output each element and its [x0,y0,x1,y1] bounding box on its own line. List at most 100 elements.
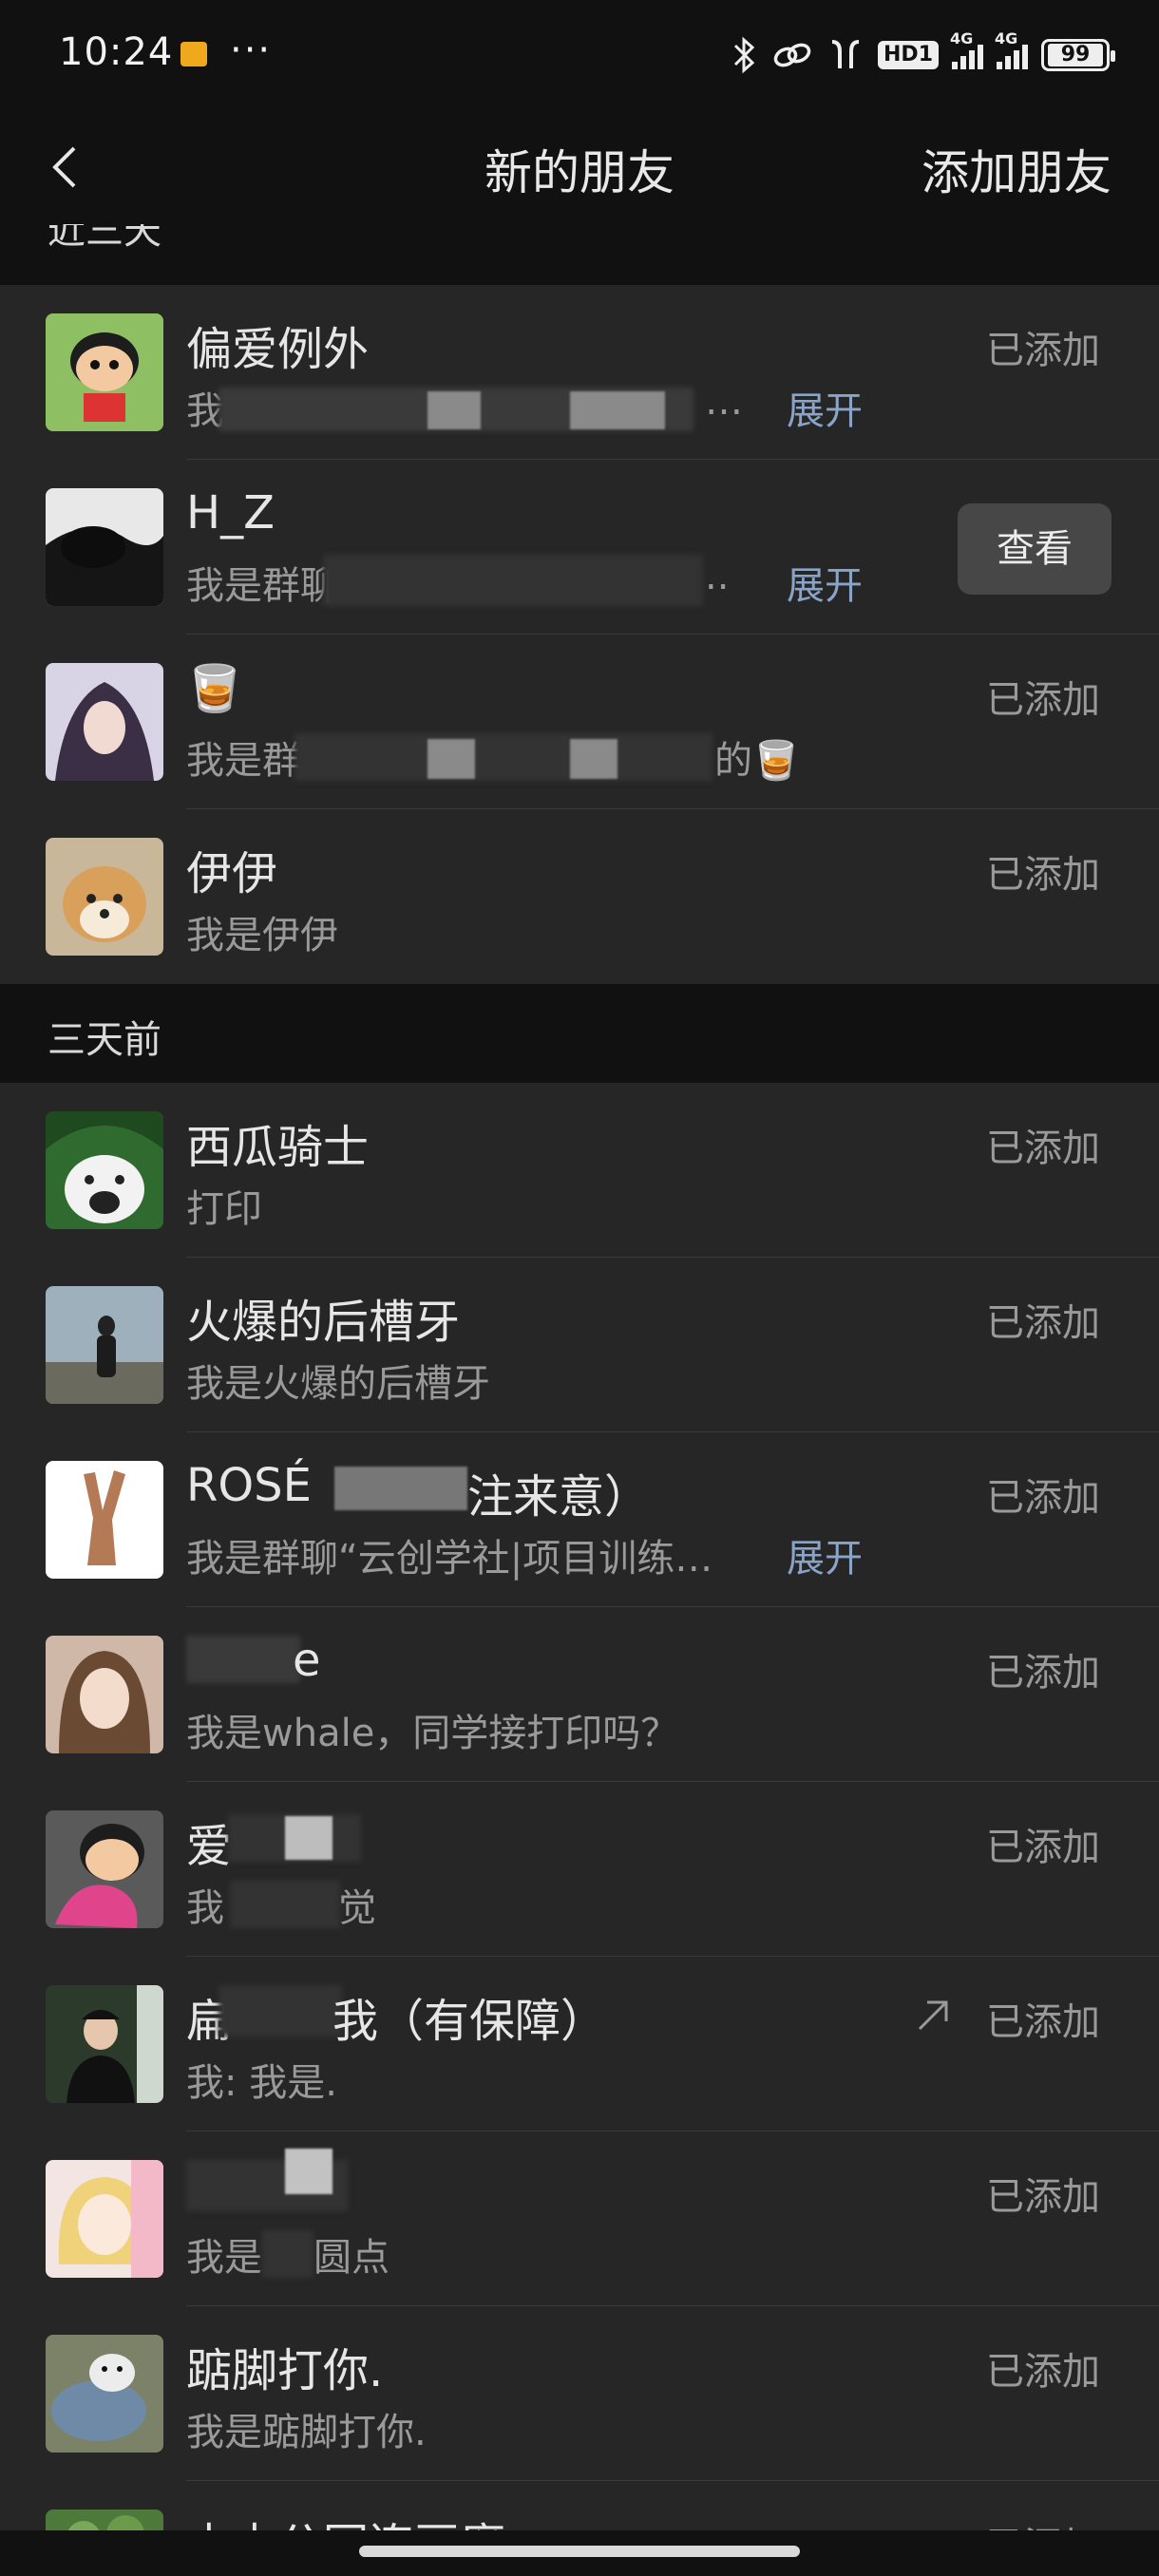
battery-icon: 99 [1041,39,1115,71]
list-item[interactable]: 🥃 我是群 的🥃 已添加 [0,635,1159,809]
request-message: 我是whale，同学接打印吗？ [186,1712,679,1755]
message-notification-icon [180,42,207,66]
message-end: 觉 [338,1886,376,1930]
more-notifications-icon: ··· [230,28,273,72]
contact-name: e [293,1634,321,1687]
bluetooth-icon [733,36,755,74]
message-end: 的🥃 [714,739,800,783]
list-item[interactable]: 火爆的后槽牙 我是火爆的后槽牙 已添加 [0,1258,1159,1432]
avatar[interactable] [46,488,163,606]
list-item[interactable]: ROSÉ 注来意） 我是群聊“云创学社|项目训练… 展开 已添加 [0,1432,1159,1607]
request-message: 打印 [186,1187,262,1231]
home-indicator[interactable] [359,2546,800,2557]
status-icons: HD1 4G 4G 99 [732,28,1115,82]
section-header-recent: 近三天 [0,224,1159,285]
avatar[interactable] [46,663,163,781]
message-ellipsis: … [705,380,743,424]
added-status: 已添加 [986,2515,1100,2530]
list-item[interactable]: 扁 我（有保障） 我: 我是. 已添加 [0,1957,1159,2131]
network-type: 4G [995,29,1018,47]
request-message: 我是踮脚打你. [186,2411,427,2454]
added-status: 已添加 [986,1301,1100,1345]
contact-name: 中中公园连豆腐 [186,2508,505,2530]
earbuds-icon [831,40,860,68]
redaction [186,1636,300,1683]
redaction [218,1985,342,2036]
request-message: 我是 [186,2236,262,2280]
contact-name: ROSÉ [186,1459,312,1512]
list-item[interactable]: 西瓜骑士 打印 已添加 [0,1083,1159,1258]
request-message: 我: 我是. [186,2061,337,2105]
battery-level: 99 [1048,44,1103,66]
redaction [428,739,475,779]
status-bar: 10:24 ··· HD1 4G 4G 99 [0,0,1159,110]
avatar[interactable] [46,313,163,431]
contact-name: 火爆的后槽牙 [186,1296,461,1349]
added-status: 已添加 [986,329,1100,372]
added-status: 已添加 [986,1476,1100,1520]
contact-name-suffix: 注来意） [467,1470,651,1524]
added-status: 已添加 [986,2350,1100,2394]
request-message: 我是伊伊 [186,914,338,957]
list-item[interactable]: 中中公园连豆腐 已添加 [0,2481,1159,2530]
list-item[interactable]: 伊伊 我是伊伊 已添加 [0,809,1159,984]
avatar[interactable] [46,1111,163,1229]
redaction [285,1816,332,1860]
avatar[interactable] [46,2335,163,2453]
message-end: 圆点 [314,2236,390,2280]
avatar[interactable] [46,1810,163,1928]
section-header-older: 三天前 [0,984,1159,1083]
expand-link[interactable]: 展开 [787,555,863,610]
added-status: 已添加 [986,1826,1100,1869]
add-friend-button[interactable]: 添加朋友 [922,135,1112,203]
request-message: 我是群聊“云创学社|项目训练… [186,1537,713,1581]
contact-name: 踮脚打你. [186,2344,384,2397]
contact-name: 🥃 [186,662,243,715]
redaction [294,733,712,781]
added-status: 已添加 [986,853,1100,897]
signal-icon: 4G [950,29,983,69]
expand-link[interactable]: 展开 [787,380,863,435]
avatar[interactable] [46,2160,163,2278]
list-item[interactable]: 爱 我 觉 已添加 [0,1782,1159,1957]
redaction [230,1881,340,1928]
nav-header: 新的朋友 添加朋友 [0,110,1159,224]
request-message: 我是群聊 [186,564,338,608]
link-icon [773,43,811,67]
redaction [323,555,703,606]
added-status: 已添加 [986,1127,1100,1170]
avatar[interactable] [46,1636,163,1753]
redaction [285,2149,332,2194]
added-status: 已添加 [986,678,1100,722]
contact-name-suffix: 我（有保障） [332,1995,607,2048]
list-item[interactable]: 踮脚打你. 我是踮脚打你. 已添加 [0,2306,1159,2481]
expand-link[interactable]: 展开 [787,1527,863,1582]
avatar[interactable] [46,2510,163,2530]
contact-name: H_Z [186,486,275,540]
list-item[interactable]: H_Z 我是群聊 .. 展开 查看 [0,460,1159,635]
list-item[interactable]: 我是 圆点 已添加 [0,2131,1159,2306]
view-button[interactable]: 查看 [958,503,1112,595]
request-message: 我是群 [186,739,300,783]
contact-name: 伊伊 [186,847,278,900]
section-label: 近三天 [48,224,162,253]
added-status: 已添加 [986,2175,1100,2219]
contact-name: 爱 [186,1820,233,1873]
network-type: 4G [950,29,974,47]
contact-name: 西瓜骑士 [186,1121,370,1174]
signal-icon: 4G [995,29,1028,69]
added-status: 已添加 [986,1651,1100,1695]
status-time: 10:24 [59,30,174,74]
avatar[interactable] [46,838,163,956]
redaction [570,391,665,429]
redaction [334,1467,467,1510]
avatar[interactable] [46,1461,163,1579]
section-label: 三天前 [48,1018,162,1062]
hd-icon: HD1 [878,41,939,69]
list-item[interactable]: e 我是whale，同学接打印吗？ 已添加 [0,1607,1159,1782]
list-item[interactable]: 偏爱例外 我 … 展开 已添加 [0,285,1159,460]
request-message: 我是火爆的后槽牙 [186,1362,490,1406]
avatar[interactable] [46,1985,163,2103]
request-message: 我 [186,1886,224,1930]
avatar[interactable] [46,1286,163,1404]
